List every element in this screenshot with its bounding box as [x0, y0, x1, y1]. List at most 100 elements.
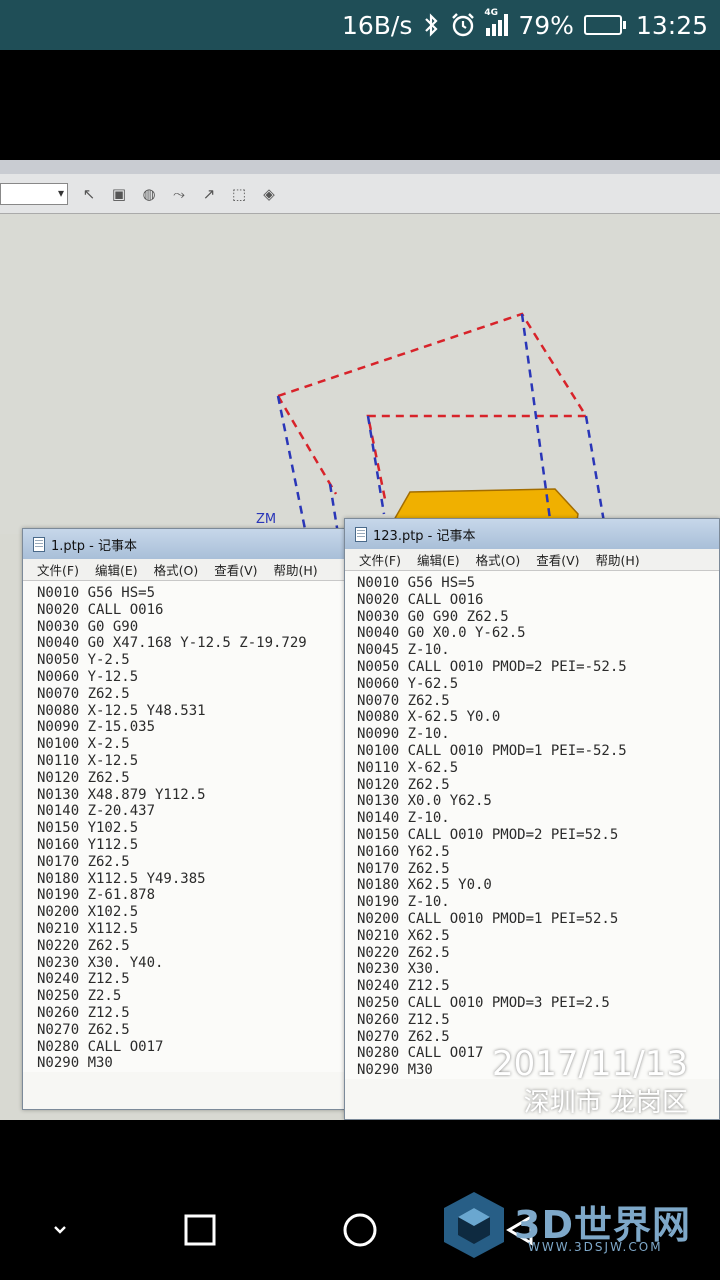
code-line: N0210 X62.5 — [357, 927, 450, 944]
window-title: 123.ptp - 记事本 — [373, 528, 476, 544]
code-line: N0080 X-62.5 Y0.0 — [357, 709, 501, 726]
menu-edit[interactable]: 编辑(E) — [417, 550, 460, 569]
code-line: N0200 CALL O010 PMOD=1 PEI=52.5 — [357, 910, 619, 927]
code-line: N0170 Z62.5 — [37, 853, 130, 870]
code-line: N0240 Z12.5 — [37, 971, 130, 988]
recents-square-icon[interactable] — [180, 1210, 220, 1250]
code-line: N0030 G0 G90 — [37, 618, 139, 635]
menu-bar: 文件(F) 编辑(E) 格式(O) 查看(V) 帮助(H) — [345, 549, 719, 571]
code-line: N0160 Y62.5 — [357, 843, 450, 860]
code-line: N0150 CALL O010 PMOD=2 PEI=52.5 — [357, 826, 619, 843]
menu-view[interactable]: 查看(V) — [214, 560, 257, 579]
cursor-tool-icon[interactable]: ↗ — [200, 185, 218, 203]
code-line: N0120 Z62.5 — [357, 776, 450, 793]
code-line: N0250 Z2.5 — [37, 988, 122, 1005]
code-line: N0130 X0.0 Y62.5 — [357, 793, 492, 810]
code-line: N0240 Z12.5 — [357, 978, 450, 995]
code-line: N0210 X112.5 — [37, 920, 139, 937]
code-line: N0130 X48.879 Y112.5 — [37, 786, 206, 803]
code-line: N0010 G56 HS=5 — [37, 585, 156, 601]
menu-help[interactable]: 帮助(H) — [274, 560, 318, 579]
code-line: N0050 CALL O010 PMOD=2 PEI=-52.5 — [357, 658, 627, 675]
code-line: N0250 CALL O010 PMOD=3 PEI=2.5 — [357, 994, 610, 1011]
code-line: N0180 X62.5 Y0.0 — [357, 877, 492, 894]
axis-label-zm: ZM — [256, 512, 277, 527]
code-line: N0270 Z62.5 — [37, 1021, 130, 1038]
cad-toolbar: ↖ ▣ ◍ ⤳ ↗ ⬚ ◈ — [0, 174, 720, 214]
code-line: N0170 Z62.5 — [357, 860, 450, 877]
status-bar: 16B/s 4G 79% 13:25 — [0, 0, 720, 50]
code-line: N0090 Z-10. — [357, 726, 450, 743]
code-line: N0110 X-62.5 — [357, 759, 459, 776]
code-line: N0190 Z-61.878 — [37, 887, 156, 904]
menu-edit[interactable]: 编辑(E) — [95, 560, 138, 579]
site-logo-watermark: 3D世界网 WWW.3DSJW.COM — [436, 1186, 706, 1266]
cube-logo-icon — [444, 1192, 504, 1258]
code-line: N0190 Z-10. — [357, 894, 450, 911]
clock: 13:25 — [635, 10, 708, 40]
text-editor-area[interactable]: N0010 G56 HS=5 N0020 CALL O016 N0030 G0 G9… — [23, 581, 351, 1073]
chevron-down-icon[interactable] — [40, 1210, 80, 1250]
notepad-window-123ptp[interactable]: 123.ptp - 记事本 文件(F) 编辑(E) 格式(O) 查看(V) 帮助… — [344, 518, 720, 1120]
move-tool-icon[interactable]: ⤳ — [170, 185, 188, 203]
net-speed: 16B/s — [341, 10, 413, 40]
code-line: N0110 X-12.5 — [37, 752, 139, 769]
alarm-icon — [450, 12, 476, 38]
code-line: N0045 Z-10. — [357, 642, 450, 659]
window-title-bar[interactable]: 123.ptp - 记事本 — [345, 519, 719, 549]
code-line: N0230 X30. — [357, 961, 442, 978]
code-line: N0160 Y112.5 — [37, 836, 139, 853]
code-line: N0020 CALL O016 — [357, 591, 484, 608]
view-combo[interactable] — [0, 182, 68, 205]
signal-icon: 4G — [484, 8, 509, 36]
code-line: N0100 CALL O010 PMOD=1 PEI=-52.5 — [357, 742, 627, 759]
code-line: N0060 Y-62.5 — [357, 675, 459, 692]
code-line: N0290 M30 — [37, 1055, 113, 1072]
3d-view-icon[interactable]: ◈ — [260, 185, 278, 203]
code-line: N0260 Z12.5 — [37, 1004, 130, 1021]
code-line: N0040 G0 X47.168 Y-12.5 Z-19.729 — [37, 635, 307, 652]
network-type: 4G — [484, 8, 499, 18]
text-editor-area[interactable]: N0010 G56 HS=5 N0020 CALL O016 N0030 G0 G9… — [345, 571, 719, 1079]
battery-icon — [583, 15, 626, 35]
globe-icon[interactable]: ◍ — [140, 185, 158, 203]
code-line: N0180 X112.5 Y49.385 — [37, 870, 206, 887]
window-title: 1.ptp - 记事本 — [51, 538, 137, 554]
menu-help[interactable]: 帮助(H) — [596, 550, 640, 569]
code-line: N0090 Z-15.035 — [37, 719, 156, 736]
code-line: N0080 X-12.5 Y48.531 — [37, 702, 206, 719]
code-line: N0140 Z-10. — [357, 810, 450, 827]
menu-file[interactable]: 文件(F) — [359, 550, 401, 569]
watermark-date: 2017/11/13 — [492, 1044, 688, 1084]
cad-title-bar — [0, 160, 720, 174]
code-line: N0060 Y-12.5 — [37, 668, 139, 685]
box-select-icon[interactable]: ⬚ — [230, 185, 248, 203]
toolpath-drawing — [276, 312, 608, 535]
notepad-icon — [355, 526, 367, 542]
code-line: N0150 Y102.5 — [37, 820, 139, 837]
code-line: N0260 Z12.5 — [357, 1011, 450, 1028]
menu-file[interactable]: 文件(F) — [37, 560, 79, 579]
cad-viewport[interactable] — [0, 214, 720, 535]
code-line: N0220 Z62.5 — [357, 944, 450, 961]
code-line: N0030 G0 G90 Z62.5 — [357, 608, 509, 625]
window-title-bar[interactable]: 1.ptp - 记事本 — [23, 529, 351, 559]
code-line: N0010 G56 HS=5 — [357, 575, 476, 591]
code-line: N0270 Z62.5 — [357, 1028, 450, 1045]
code-line: N0120 Z62.5 — [37, 769, 130, 786]
watermark-location: 深圳市 龙岗区 — [523, 1088, 688, 1118]
select-tool-icon[interactable]: ↖ — [80, 185, 98, 203]
menu-bar: 文件(F) 编辑(E) 格式(O) 查看(V) 帮助(H) — [23, 559, 351, 581]
notepad-window-1ptp[interactable]: 1.ptp - 记事本 文件(F) 编辑(E) 格式(O) 查看(V) 帮助(H… — [22, 528, 352, 1110]
code-line: N0070 Z62.5 — [37, 685, 130, 702]
photo-of-monitor: ↖ ▣ ◍ ⤳ ↗ ⬚ ◈ ZM 1.ptp - 记事本 文件(F) 编辑(E)… — [0, 160, 720, 1120]
menu-format[interactable]: 格式(O) — [154, 560, 199, 579]
code-line: N0220 Z62.5 — [37, 937, 130, 954]
code-line: N0050 Y-2.5 — [37, 652, 130, 669]
home-circle-icon[interactable] — [340, 1210, 380, 1250]
menu-view[interactable]: 查看(V) — [536, 550, 579, 569]
code-line: N0040 G0 X0.0 Y-62.5 — [357, 625, 526, 642]
frame-tool-icon[interactable]: ▣ — [110, 185, 128, 203]
code-line: N0280 CALL O017 — [37, 1038, 164, 1055]
menu-format[interactable]: 格式(O) — [476, 550, 521, 569]
